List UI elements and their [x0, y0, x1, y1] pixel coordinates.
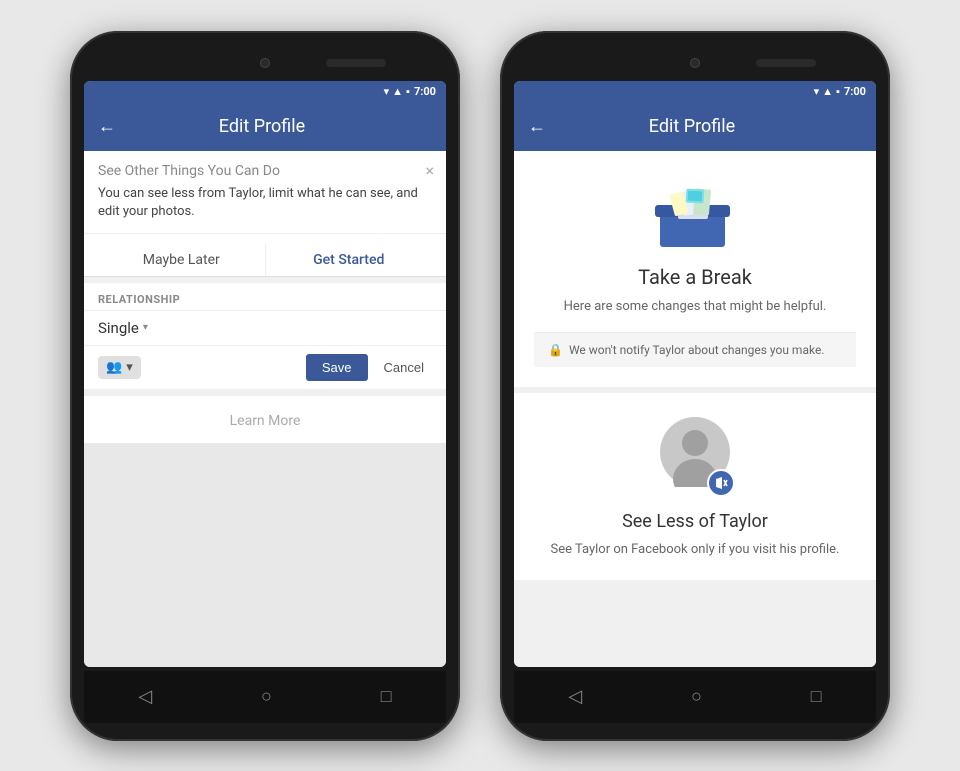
dropdown-arrow-icon[interactable]: ▾ — [143, 322, 148, 333]
avatar-with-badge — [655, 417, 735, 497]
home-nav-btn-2[interactable]: ○ — [691, 686, 702, 707]
cancel-button[interactable]: Cancel — [376, 354, 432, 381]
phone-top-bar-1 — [84, 49, 446, 77]
phone-screen-2: ▾ ▲ ▪ 7:00 ← Edit Profile — [514, 81, 876, 667]
back-nav-btn-2[interactable]: ◁ — [568, 686, 582, 707]
learn-more-row: Learn More — [84, 395, 446, 443]
see-less-section: See Less of Taylor See Taylor on Faceboo… — [514, 387, 876, 580]
archive-icon — [650, 181, 740, 251]
take-break-section: Take a Break Here are some changes that … — [514, 151, 876, 388]
recent-nav-btn-1[interactable]: □ — [381, 686, 392, 707]
phone-bottom-bar-2: ◁ ○ □ — [514, 671, 876, 723]
take-break-title: Take a Break — [638, 265, 752, 289]
see-less-subtitle: See Taylor on Facebook only if you visit… — [551, 540, 840, 560]
relationship-value: Single — [98, 319, 139, 337]
wifi-icon-1: ▾ — [384, 85, 390, 98]
banner-card: See Other Things You Can Do You can see … — [84, 151, 446, 277]
screen-content-2: Take a Break Here are some changes that … — [514, 151, 876, 667]
banner-actions: Maybe Later Get Started — [84, 233, 446, 276]
status-time-1: 7:00 — [414, 85, 436, 98]
battery-icon-1: ▪ — [406, 85, 410, 98]
dropdown-small-icon: ▾ — [126, 360, 133, 375]
app-bar-title-2: Edit Profile — [562, 116, 822, 137]
battery-icon-2: ▪ — [836, 85, 840, 98]
banner-title: See Other Things You Can Do — [98, 163, 432, 179]
maybe-later-btn[interactable]: Maybe Later — [98, 244, 266, 276]
phone-1: ▾ ▲ ▪ 7:00 ← Edit Profile See Other Thin… — [70, 31, 460, 741]
status-icons-1: ▾ ▲ ▪ — [384, 85, 410, 98]
see-less-title: See Less of Taylor — [622, 511, 768, 532]
learn-more-text[interactable]: Learn More — [230, 413, 301, 429]
gray-area — [84, 443, 446, 667]
relationship-value-row: Single ▾ — [84, 310, 446, 345]
mute-icon — [714, 476, 728, 490]
back-nav-btn-1[interactable]: ◁ — [138, 686, 152, 707]
people-icon-btn[interactable]: 👥 ▾ — [98, 356, 141, 379]
phone-bottom-bar-1: ◁ ○ □ — [84, 671, 446, 723]
status-icons-2: ▾ ▲ ▪ — [814, 85, 840, 98]
relationship-edit-row: 👥 ▾ Save Cancel — [84, 345, 446, 389]
phone-screen-1: ▾ ▲ ▪ 7:00 ← Edit Profile See Other Thin… — [84, 81, 446, 667]
status-time-2: 7:00 — [844, 85, 866, 98]
back-button-2[interactable]: ← — [528, 116, 546, 137]
home-nav-btn-1[interactable]: ○ — [261, 686, 272, 707]
phone-camera-1 — [260, 58, 270, 68]
app-bar-2: ← Edit Profile — [514, 103, 876, 151]
signal-icon-1: ▲ — [392, 85, 403, 98]
save-button[interactable]: Save — [306, 354, 368, 381]
lock-icon: 🔒 — [548, 343, 563, 357]
wifi-icon-2: ▾ — [814, 85, 820, 98]
mute-badge-icon — [707, 469, 735, 497]
privacy-note-text: We won't notify Taylor about changes you… — [569, 343, 825, 357]
status-bar-2: ▾ ▲ ▪ 7:00 — [514, 81, 876, 103]
screen-content-1: See Other Things You Can Do You can see … — [84, 151, 446, 667]
status-bar-1: ▾ ▲ ▪ 7:00 — [84, 81, 446, 103]
phone-speaker-2 — [756, 59, 816, 67]
recent-nav-btn-2[interactable]: □ — [811, 686, 822, 707]
phone-camera-2 — [690, 58, 700, 68]
phone-speaker-1 — [326, 59, 386, 67]
app-bar-title-1: Edit Profile — [132, 116, 392, 137]
signal-icon-2: ▲ — [822, 85, 833, 98]
relationship-label: RELATIONSHIP — [84, 283, 446, 310]
privacy-note: 🔒 We won't notify Taylor about changes y… — [534, 332, 856, 367]
back-button-1[interactable]: ← — [98, 116, 116, 137]
relationship-section: RELATIONSHIP Single ▾ 👥 ▾ Save Cancel — [84, 283, 446, 389]
people-icon: 👥 — [106, 360, 122, 375]
take-break-subtitle: Here are some changes that might be help… — [564, 297, 827, 317]
banner-text: You can see less from Taylor, limit what… — [98, 185, 432, 221]
phone-top-bar-2 — [514, 49, 876, 77]
banner-close-btn[interactable]: × — [425, 161, 434, 180]
get-started-btn[interactable]: Get Started — [266, 244, 433, 276]
app-bar-1: ← Edit Profile — [84, 103, 446, 151]
phone-2: ▾ ▲ ▪ 7:00 ← Edit Profile — [500, 31, 890, 741]
